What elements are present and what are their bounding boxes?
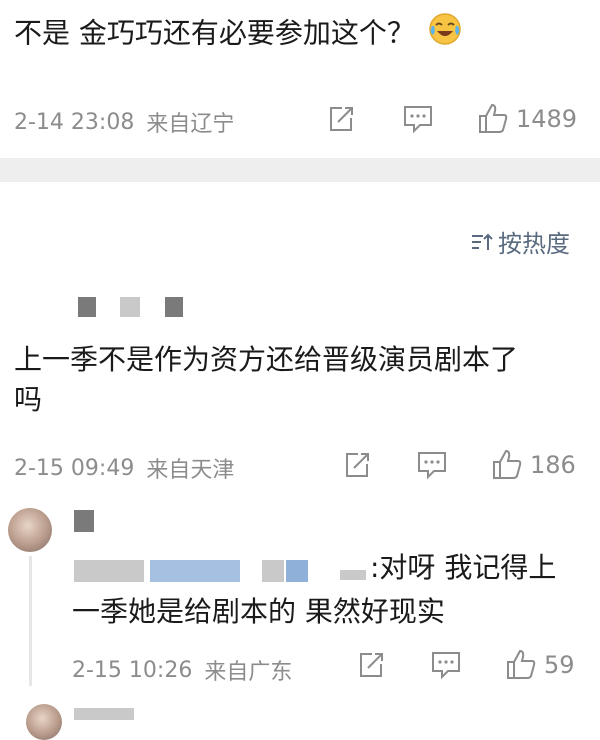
reply-avatar-2[interactable] [26,704,62,740]
comment-1-time: 2-14 23:08 [14,109,135,135]
comment-2-share-button[interactable] [342,450,372,480]
reply-thread-line [29,556,32,686]
next-reply-username-pixelated [74,708,134,720]
comment-2-time: 2-15 09:49 [14,455,135,481]
comment-2-location: 来自天津 [146,458,235,483]
reply-like-button[interactable]: 59 [504,648,575,682]
section-divider [0,158,600,182]
comment-2-comment-button[interactable] [416,450,448,480]
reply-quote-pixelated-4 [286,560,308,582]
comment-1-comment-button[interactable] [402,104,434,134]
reply-share-button[interactable] [356,650,386,680]
reply-meta: 2-15 10:26 来自广东 [72,654,292,686]
reply-quote-pixelated-2 [150,560,240,582]
sort-label: 按热度 [498,230,570,258]
sort-by-hot-button[interactable]: 按热度 [470,224,570,259]
comment-1-body: 不是 金巧巧还有必要参加这个？ [14,16,415,50]
comment-1-location: 来自辽宁 [146,112,235,137]
comment-1-share-button[interactable] [326,104,356,134]
share-icon [330,107,353,131]
reply-quote-pixelated-5 [340,570,366,580]
reply-quote-pixelated-1 [74,560,144,582]
reply-time: 2-15 10:26 [72,657,193,683]
sort-icon [472,233,493,250]
comment-icon [404,106,432,134]
comment-2-line1: 上一季不是作为资方还给晋级演员剧本了 [14,343,519,376]
reply-like-count: 59 [544,651,575,679]
comment-2-like-count: 186 [530,451,576,479]
username-pixelated-2 [120,297,140,317]
thumbs-up-icon [507,649,536,679]
comment-icon [418,452,446,480]
share-icon [360,653,383,677]
comment-icon [432,652,460,680]
comment-1-meta: 2-14 23:08 来自辽宁 [14,106,234,138]
reply-quote-pixelated-3 [262,560,284,582]
username-pixelated-1 [78,297,96,317]
share-icon [346,453,369,477]
comment-1-like-button[interactable]: 1489 [476,102,577,136]
reply-location: 来自广东 [204,660,293,685]
reply-comment-button[interactable] [430,650,462,680]
laughing-tears-emoji-icon [428,12,462,57]
reply-text-line2: 一季她是给剧本的 果然好现实 [72,595,445,628]
reply-username-pixelated [74,510,94,532]
username-pixelated-3 [165,297,183,317]
comment-1-like-count: 1489 [516,105,578,133]
comment-2-line2: 吗 [14,383,43,416]
reply-avatar-1[interactable] [8,508,52,552]
comment-1-text: 不是 金巧巧还有必要参加这个？ [14,12,462,57]
comment-2-text: 上一季不是作为资方还给晋级演员剧本了 吗 [14,340,518,420]
thumbs-up-icon [493,449,522,479]
thumbs-up-icon [479,103,508,133]
comment-2-meta: 2-15 09:49 来自天津 [14,452,234,484]
comment-2-like-button[interactable]: 186 [490,448,576,482]
reply-text-line1: :对呀 我记得上 [370,551,557,584]
